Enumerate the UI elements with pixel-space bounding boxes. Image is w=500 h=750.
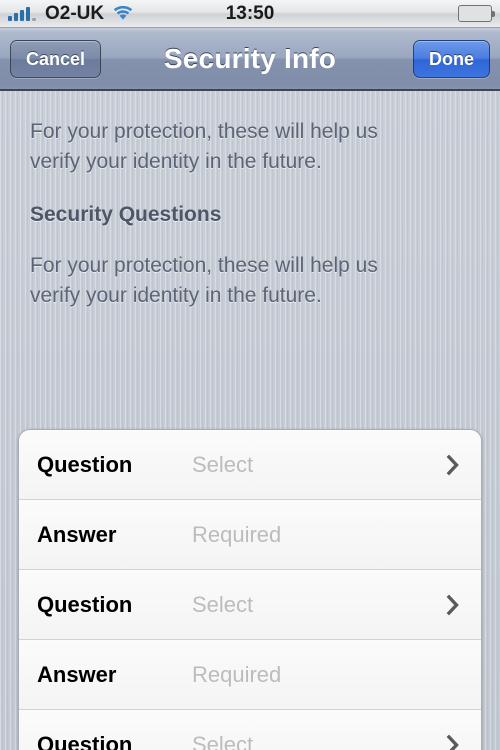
chevron-right-icon <box>445 453 461 477</box>
row-label: Question <box>37 591 133 617</box>
row-answer-input[interactable]: Required <box>192 662 445 688</box>
status-bar: O2-UK 13:50 <box>0 0 500 28</box>
table-row[interactable]: Question Select <box>19 570 481 640</box>
intro-paragraph-1: For your protection, these will help us … <box>30 120 378 173</box>
carrier-label: O2-UK <box>45 2 105 24</box>
row-label: Answer <box>37 521 117 547</box>
chevron-placeholder <box>445 663 461 687</box>
wifi-icon <box>113 6 133 21</box>
row-label: Question <box>37 451 133 477</box>
status-bar-left: O2-UK <box>8 3 133 25</box>
table-row[interactable]: Question Select <box>19 710 481 750</box>
section-header-security-questions: Security Questions <box>30 203 222 226</box>
row-answer-input[interactable]: Required <box>192 522 445 548</box>
content-area: For your protection, these will help us … <box>0 91 500 750</box>
chevron-right-icon <box>445 593 461 617</box>
row-value-select[interactable]: Select <box>192 452 445 478</box>
table-row[interactable]: Question Select <box>19 430 481 500</box>
row-label: Answer <box>37 661 117 687</box>
battery-icon <box>458 5 495 22</box>
cancel-button[interactable]: Cancel <box>10 39 102 78</box>
row-value-select[interactable]: Select <box>192 592 445 618</box>
status-bar-right <box>458 5 495 22</box>
done-button[interactable]: Done <box>413 39 490 78</box>
security-questions-table: Question Select Answer Required Question Sele… <box>18 429 482 750</box>
signal-bars-icon <box>8 6 36 21</box>
row-label: Question <box>37 731 133 750</box>
chevron-placeholder <box>445 523 461 547</box>
navigation-bar: Cancel Security Info Done <box>0 28 500 91</box>
table-row[interactable]: Answer Required <box>19 640 481 710</box>
intro-paragraph-2: For your protection, these will help us … <box>30 254 378 307</box>
table-row[interactable]: Answer Required <box>19 500 481 570</box>
chevron-right-icon <box>445 733 461 750</box>
row-value-select[interactable]: Select <box>192 732 445 750</box>
phone-screen: O2-UK 13:50 Cancel Security Info Done Fo… <box>0 0 500 750</box>
